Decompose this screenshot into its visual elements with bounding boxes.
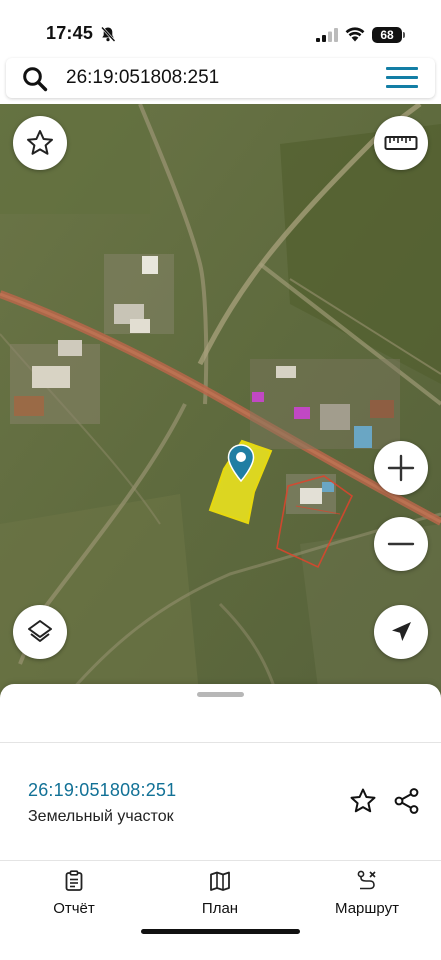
tab-route-label: Маршрут <box>335 900 399 917</box>
divider <box>0 860 441 861</box>
status-bar: 17:45 68 <box>0 0 441 54</box>
search-bar[interactable] <box>6 58 435 98</box>
zoom-in-icon <box>387 454 415 482</box>
divider <box>0 742 441 743</box>
tab-report-label: Отчёт <box>53 900 95 917</box>
menu-icon[interactable] <box>386 67 418 89</box>
route-icon <box>357 870 376 890</box>
locate-button[interactable] <box>374 605 428 659</box>
report-icon <box>65 870 83 891</box>
zoom-out-button[interactable] <box>374 517 428 571</box>
status-time: 17:45 <box>46 23 94 43</box>
object-type-label: Земельный участок <box>28 808 174 825</box>
zoom-out-icon <box>387 542 415 546</box>
favorite-star-icon[interactable] <box>349 787 377 815</box>
layers-icon <box>28 620 52 642</box>
home-indicator <box>141 929 300 934</box>
cadastral-number: 26:19:051808:251 <box>28 780 177 800</box>
tab-route[interactable]: Маршрут <box>307 870 427 924</box>
bottom-sheet[interactable]: 26:19:051808:251 Земельный участок Отчёт… <box>0 684 441 960</box>
plan-map-icon <box>210 871 230 891</box>
map-view[interactable] <box>0 104 441 704</box>
tab-plan[interactable]: План <box>160 870 280 924</box>
tab-plan-label: План <box>201 900 239 917</box>
star-icon <box>27 130 53 155</box>
search-input[interactable] <box>66 67 366 89</box>
battery-level: 68 <box>372 27 402 43</box>
satellite-imagery <box>0 104 441 704</box>
map-pin-icon[interactable] <box>227 444 255 482</box>
ruler-icon <box>384 136 418 150</box>
cellular-signal-icon <box>316 28 338 42</box>
search-icon[interactable] <box>22 66 48 92</box>
layers-button[interactable] <box>13 605 67 659</box>
battery-tip <box>403 32 405 38</box>
zoom-in-button[interactable] <box>374 441 428 495</box>
wifi-icon <box>345 27 365 42</box>
sheet-drag-handle[interactable] <box>197 692 244 697</box>
tab-report[interactable]: Отчёт <box>14 870 134 924</box>
share-icon[interactable] <box>393 787 421 815</box>
ruler-button[interactable] <box>374 116 428 170</box>
bell-off-icon <box>101 26 116 42</box>
locate-icon <box>392 622 411 641</box>
map-favorite-button[interactable] <box>13 116 67 170</box>
